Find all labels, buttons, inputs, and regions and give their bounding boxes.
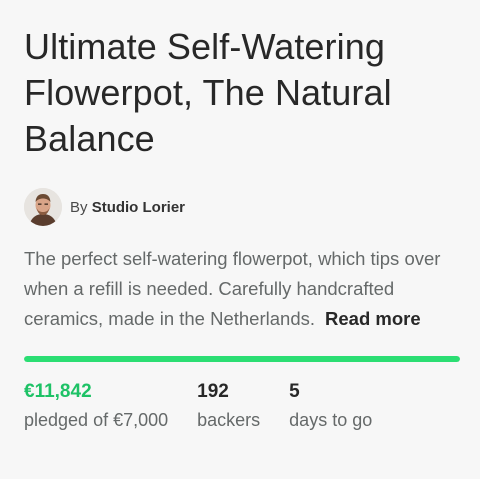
funding-progress-fill bbox=[24, 356, 460, 362]
creator-avatar[interactable] bbox=[24, 188, 62, 226]
funding-stats: €11,842 pledged of €7,000 192 backers 5 … bbox=[24, 381, 456, 431]
stat-pledged: €11,842 pledged of €7,000 bbox=[24, 381, 168, 431]
project-title: Ultimate Self-Watering Flowerpot, The Na… bbox=[24, 26, 392, 159]
pledged-amount: €11,842 bbox=[24, 381, 92, 402]
funding-progress-bar bbox=[24, 356, 460, 362]
stat-backers: 192 backers bbox=[197, 381, 260, 431]
by-label: By bbox=[70, 198, 88, 216]
creator-name-link[interactable]: Studio Lorier bbox=[92, 199, 185, 216]
days-label: days to go bbox=[289, 410, 373, 430]
creator-row: By Studio Lorier bbox=[24, 188, 456, 226]
project-page: Ultimate Self-Watering Flowerpot, The Na… bbox=[0, 0, 480, 479]
backers-count: 192 bbox=[197, 381, 229, 402]
read-more-link[interactable]: Read more bbox=[325, 308, 421, 329]
pledged-goal-label: pledged of €7,000 bbox=[24, 410, 169, 430]
creator-byline: By Studio Lorier bbox=[70, 199, 185, 216]
project-blurb: The perfect self-watering flowerpot, whi… bbox=[24, 244, 456, 334]
backers-label: backers bbox=[197, 410, 261, 430]
days-count: 5 bbox=[289, 381, 300, 402]
stat-days: 5 days to go bbox=[289, 381, 372, 431]
avatar-icon bbox=[24, 188, 62, 226]
